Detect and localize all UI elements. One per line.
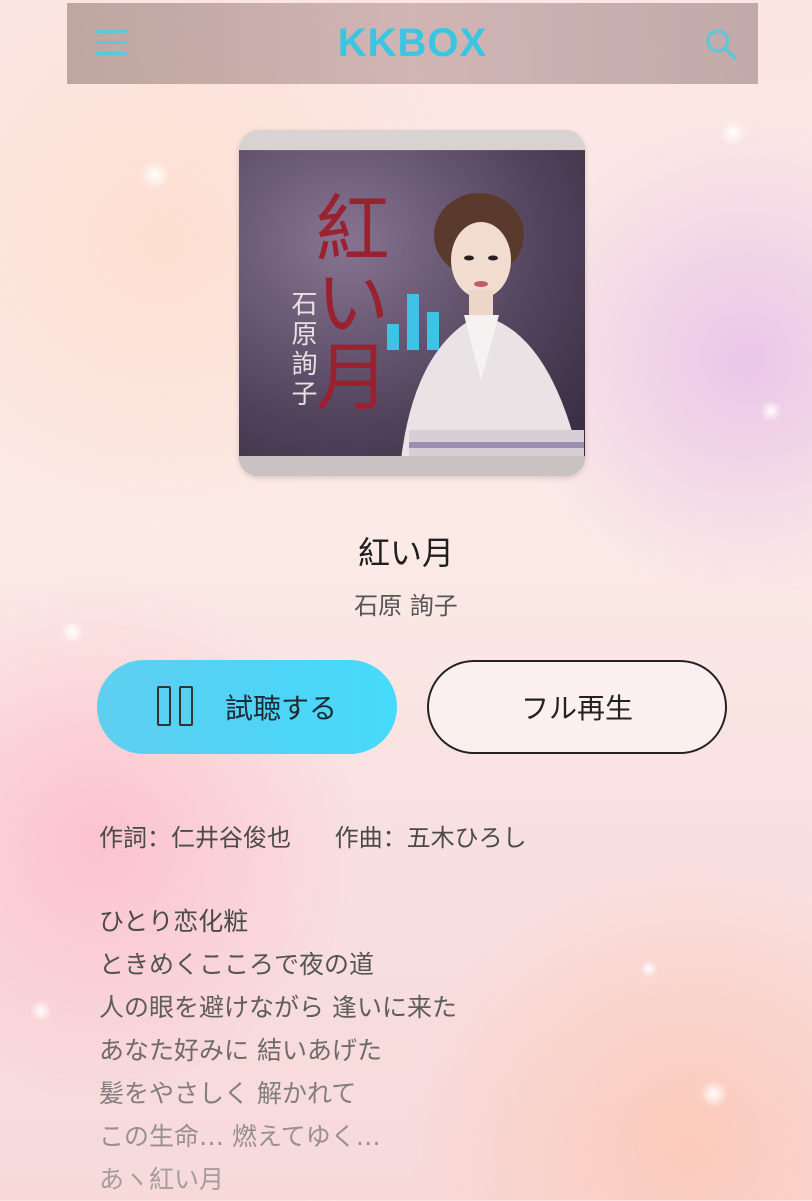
cover-title-text: 紅い月 [303, 190, 389, 412]
sparkle [140, 160, 170, 190]
album-art-bottom-bar [239, 456, 585, 476]
composer-credit: 作曲：五木ひろし [334, 824, 527, 852]
lyric-line: あヽ紅い月 [99, 1165, 225, 1194]
lyrics: ひとり恋化粧 ときめくこころで夜の道 人の眼を避けながら 逢いに来た あなた好み… [99, 900, 457, 1201]
sparkle [60, 620, 84, 644]
preview-button-label: 試聴する [224, 692, 337, 725]
app-header: KKBOX [67, 3, 758, 84]
lyric-line: この生命… 燃えてゆく… [99, 1122, 381, 1151]
search-icon[interactable] [704, 27, 738, 61]
cover-artist-text: 石原詢子 [287, 290, 317, 410]
lyric-line: 人の眼を避けながら 逢いに来た [99, 993, 457, 1022]
kkbox-logo[interactable]: KKBOX [338, 21, 487, 66]
lyric-line: あなた好みに 結いあげた [99, 1036, 382, 1065]
sparkle [760, 400, 782, 422]
preview-button[interactable]: 試聴する [97, 660, 397, 754]
sparkle [720, 120, 746, 146]
lyric-line: ときめくこころで夜の道 [99, 950, 375, 979]
full-play-button-label: フル再生 [520, 692, 633, 725]
album-art[interactable]: 紅い月 石原詢子 [239, 130, 585, 476]
song-title: 紅い月 [357, 534, 454, 572]
lyricist-credit: 作詞：仁井谷俊也 [99, 824, 291, 852]
sparkle [640, 960, 658, 978]
credits: 作詞：仁井谷俊也 作曲：五木ひろし [99, 818, 563, 853]
pause-icon [156, 686, 197, 728]
equalizer-icon [387, 294, 439, 350]
lyric-line: 髪をやさしく 解かれて [99, 1079, 357, 1108]
artist-name[interactable]: 石原 詢子 [0, 586, 812, 621]
sparkle [700, 1080, 728, 1108]
full-play-button[interactable]: フル再生 [427, 660, 727, 754]
lyric-line: ひとり恋化粧 [99, 907, 249, 936]
hamburger-menu-icon[interactable] [95, 30, 127, 56]
sparkle [30, 1000, 52, 1022]
album-cover-image: 紅い月 石原詢子 [239, 150, 585, 476]
